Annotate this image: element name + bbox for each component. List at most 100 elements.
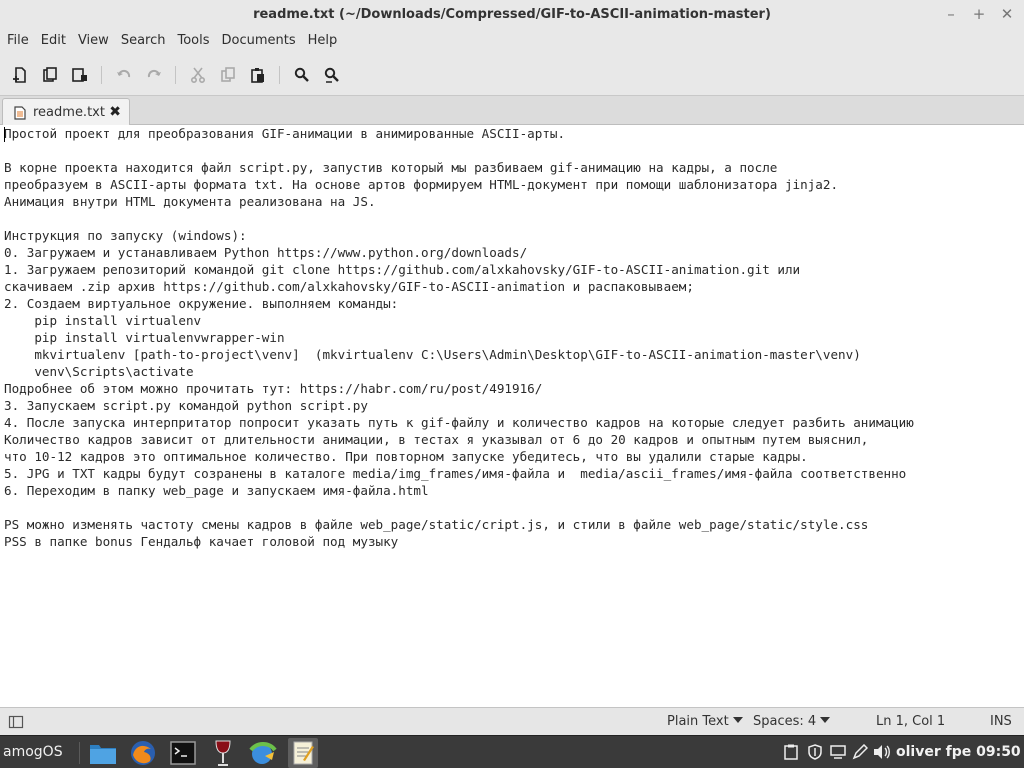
- editor-line[interactable]: pip install virtualenv: [4, 312, 914, 329]
- menu-edit[interactable]: Edit: [35, 28, 72, 54]
- close-tab-icon[interactable]: ✖: [109, 104, 121, 120]
- text-editor-icon: [293, 741, 314, 765]
- language-selector[interactable]: Plain Text: [667, 714, 743, 729]
- chevron-down-icon: [820, 717, 831, 723]
- chevron-down-icon: [732, 717, 743, 723]
- indent-selector[interactable]: Spaces: 4: [753, 714, 831, 729]
- redo-icon: [147, 69, 161, 78]
- shield-icon: [808, 744, 822, 760]
- menu-search[interactable]: Search: [115, 28, 172, 54]
- cut-button[interactable]: [186, 63, 210, 87]
- cut-icon: [191, 67, 205, 83]
- editor-line[interactable]: PSS в папке bonus Гендальф качает голово…: [4, 533, 914, 550]
- volume-tray[interactable]: [873, 744, 891, 760]
- insert-mode[interactable]: INS: [990, 714, 1012, 729]
- minimize-button[interactable]: –: [941, 4, 961, 24]
- editor-line[interactable]: [4, 210, 914, 227]
- search-replace-icon: [324, 67, 339, 83]
- tab-readme[interactable]: readme.txt ✖: [2, 98, 130, 126]
- search-button[interactable]: [290, 63, 314, 87]
- pen-icon: [852, 744, 868, 760]
- copy-icon: [221, 67, 235, 82]
- editor-line[interactable]: скачиваем .zip архив https://github.com/…: [4, 278, 914, 295]
- tab-strip: readme.txt ✖: [0, 96, 1024, 126]
- toolbar: [0, 54, 1024, 96]
- text-editor[interactable]: Простой проект для преобразования GIF-ан…: [0, 125, 1024, 764]
- menu-view[interactable]: View: [72, 28, 115, 54]
- save-document-icon: [72, 68, 87, 82]
- editor-text[interactable]: Простой проект для преобразования GIF-ан…: [4, 125, 914, 550]
- keyboard-locale: fpe: [945, 744, 972, 760]
- firefox-icon: [131, 741, 155, 765]
- search-icon: [294, 67, 309, 82]
- user-clock[interactable]: oliver fpe 09:50: [896, 744, 1021, 760]
- menu-tools[interactable]: Tools: [171, 28, 215, 54]
- network-icon: [249, 742, 277, 764]
- cursor-position[interactable]: Ln 1, Col 1: [876, 714, 945, 729]
- clock-time: 09:50: [976, 744, 1021, 760]
- network-launcher[interactable]: [248, 738, 278, 768]
- editor-line[interactable]: Инструкция по запуску (windows):: [4, 227, 914, 244]
- menu-file[interactable]: File: [1, 28, 35, 54]
- editor-line[interactable]: 0. Загружаем и устанавливаем Python http…: [4, 244, 914, 261]
- editor-line[interactable]: [4, 142, 914, 159]
- editor-line[interactable]: 3. Запускаем script.py командой python s…: [4, 397, 914, 414]
- new-document-icon: [13, 67, 26, 83]
- editor-line[interactable]: Количество кадров зависит от длительност…: [4, 431, 914, 448]
- pen-tray[interactable]: [851, 744, 869, 760]
- folder-icon: [90, 745, 116, 764]
- editor-line[interactable]: venv\Scripts\activate: [4, 363, 914, 380]
- editor-line[interactable]: преобразуем в ASCII-арты формата txt. На…: [4, 176, 914, 193]
- editor-line[interactable]: 2. Создаем виртуальное окружение. выполн…: [4, 295, 914, 312]
- file-manager-launcher[interactable]: [88, 738, 118, 768]
- redo-button[interactable]: [142, 63, 166, 87]
- editor-line[interactable]: [4, 499, 914, 516]
- search-replace-button[interactable]: [320, 63, 344, 87]
- paste-icon: [251, 68, 264, 83]
- wine-icon: [215, 740, 231, 766]
- text-editor-launcher[interactable]: [288, 738, 318, 768]
- open-document-icon: [43, 67, 57, 82]
- editor-line[interactable]: 5. JPG и TXT кадры будут созранены в кат…: [4, 465, 914, 482]
- menu-documents[interactable]: Documents: [216, 28, 302, 54]
- editor-line[interactable]: Простой проект для преобразования GIF-ан…: [4, 125, 914, 142]
- tab-label: readme.txt: [33, 105, 105, 120]
- copy-button[interactable]: [216, 63, 240, 87]
- editor-line[interactable]: В корне проекта находится файл script.py…: [4, 159, 914, 176]
- wine-launcher[interactable]: [208, 738, 238, 768]
- terminal-icon: [170, 741, 196, 765]
- undo-button[interactable]: [112, 63, 136, 87]
- text-cursor: [4, 127, 5, 142]
- close-window-button[interactable]: ✕: [997, 4, 1017, 24]
- save-document-button[interactable]: [68, 63, 92, 87]
- user-name: oliver: [896, 744, 941, 760]
- editor-line[interactable]: mkvirtualenv [path-to-project\venv] (mkv…: [4, 346, 914, 363]
- editor-line[interactable]: что 10-12 кадров это оптимальное количес…: [4, 448, 914, 465]
- firefox-launcher[interactable]: [128, 738, 158, 768]
- security-tray[interactable]: [806, 744, 824, 760]
- display-tray[interactable]: [829, 744, 847, 760]
- volume-icon: [874, 745, 890, 759]
- title-bar: readme.txt (~/Downloads/Compressed/GIF-t…: [0, 0, 1024, 28]
- editor-line[interactable]: 4. После запуска интерпритатор попросит …: [4, 414, 914, 431]
- side-panel-icon[interactable]: [8, 714, 24, 730]
- editor-line[interactable]: PS можно изменять частоту смены кадров в…: [4, 516, 914, 533]
- paste-button[interactable]: [246, 63, 270, 87]
- clipboard-tray[interactable]: [782, 744, 800, 760]
- open-document-button[interactable]: [38, 63, 62, 87]
- menu-help[interactable]: Help: [302, 28, 344, 54]
- window-title: readme.txt (~/Downloads/Compressed/GIF-t…: [253, 6, 771, 22]
- editor-line[interactable]: 1. Загружаем репозиторий командой git cl…: [4, 261, 914, 278]
- editor-line[interactable]: Подробнее об этом можно прочитать тут: h…: [4, 380, 914, 397]
- terminal-launcher[interactable]: [168, 738, 198, 768]
- display-icon: [830, 745, 846, 759]
- editor-line[interactable]: Анимация внутри HTML документа реализова…: [4, 193, 914, 210]
- maximize-button[interactable]: +: [969, 4, 989, 24]
- new-document-button[interactable]: [8, 63, 32, 87]
- undo-icon: [117, 69, 131, 78]
- editor-line[interactable]: pip install virtualenvwrapper-win: [4, 329, 914, 346]
- menu-bar: File Edit View Search Tools Documents He…: [0, 28, 1024, 54]
- editor-line[interactable]: 6. Переходим в папку web_page и запускае…: [4, 482, 914, 499]
- language-label: Plain Text: [667, 714, 729, 729]
- start-menu-button[interactable]: amogOS: [3, 744, 63, 760]
